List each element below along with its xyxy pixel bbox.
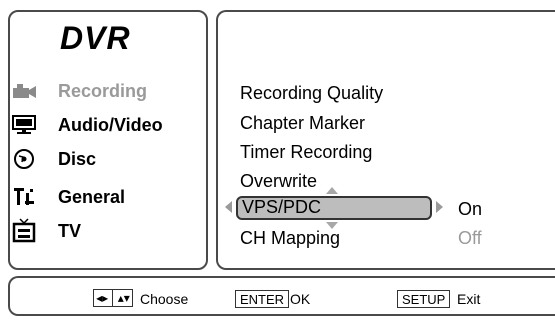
vps-pdc-value: On — [458, 199, 483, 219]
general-settings-icon — [10, 186, 38, 208]
arrow-right-icon — [436, 201, 443, 213]
choose-hint: Choose — [140, 291, 189, 307]
enter-key-icon: ENTER — [235, 290, 290, 308]
arrow-left-icon — [225, 201, 232, 213]
nav-item-label: Recording — [58, 80, 148, 101]
nav-item-label: General — [58, 186, 126, 207]
nav-item-label: Disc — [58, 148, 97, 169]
nav-item-tv[interactable]: TV — [10, 218, 81, 244]
nav-item-recording[interactable]: Recording — [10, 78, 147, 104]
nav-item-label: Audio/Video — [58, 114, 163, 135]
menu-item-ch-mapping[interactable]: CH Mapping — [240, 228, 340, 249]
menu-item-recording-quality[interactable]: Recording Quality — [240, 83, 383, 104]
disc-icon — [10, 148, 38, 170]
ch-mapping-value: Off — [458, 228, 482, 248]
exit-hint: Exit — [457, 291, 481, 307]
menu-title: DVR — [60, 20, 131, 56]
navigation-keys-icon: ◂▸ ▴▾ — [93, 289, 133, 307]
setup-key-icon: SETUP — [397, 290, 451, 308]
selected-item-label: VPS/PDC — [242, 197, 322, 217]
menu-item-timer-recording[interactable]: Timer Recording — [240, 142, 372, 163]
menu-item-overwrite[interactable]: Overwrite — [240, 171, 317, 192]
nav-item-label: TV — [58, 220, 82, 241]
ok-hint: OK — [290, 291, 311, 307]
nav-item-disc[interactable]: Disc — [10, 146, 96, 172]
nav-item-general[interactable]: General — [10, 184, 125, 210]
tv-icon — [10, 218, 38, 243]
monitor-icon — [10, 114, 38, 136]
camcorder-icon — [10, 80, 38, 102]
scroll-up-arrow-icon — [326, 187, 338, 194]
menu-item-chapter-marker[interactable]: Chapter Marker — [240, 113, 365, 134]
nav-item-audio-video[interactable]: Audio/Video — [10, 112, 163, 138]
